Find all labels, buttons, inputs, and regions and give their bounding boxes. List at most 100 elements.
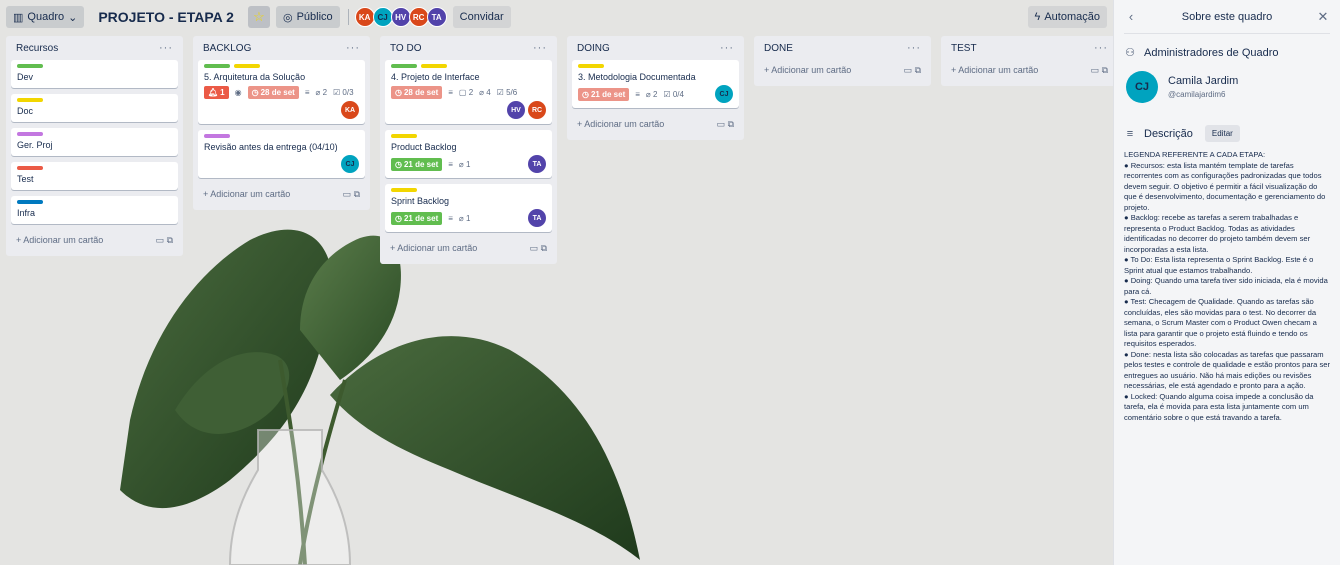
avatar[interactable]: CJ: [715, 85, 733, 103]
list-header[interactable]: DOING ···: [572, 36, 739, 60]
globe-icon: ◎: [282, 11, 293, 24]
list-header[interactable]: Recursos ···: [11, 36, 178, 60]
bell-icon: 🔔︎: [208, 88, 219, 97]
list-title[interactable]: TEST: [951, 43, 977, 54]
avatar[interactable]: RC: [528, 101, 546, 119]
label-yellow: [578, 64, 604, 68]
board-members: KA CJ HV RC TA: [354, 7, 447, 27]
board-title[interactable]: PROJETO - ETAPA 2: [90, 9, 242, 25]
due-date-badge[interactable]: ◷ 28 de set: [247, 86, 299, 99]
list-header[interactable]: BACKLOG ···: [198, 36, 365, 60]
paperclip-icon: ⌀: [458, 214, 464, 223]
card[interactable]: Infra: [11, 196, 178, 224]
list-menu-icon[interactable]: ···: [346, 42, 360, 54]
template-icon[interactable]: ▭ ⧉: [904, 65, 921, 76]
paperclip-icon: ⌀: [479, 88, 484, 97]
template-icon[interactable]: ▭ ⧉: [156, 235, 173, 246]
card[interactable]: Test: [11, 162, 178, 190]
avatar[interactable]: RC: [408, 7, 429, 27]
list-title[interactable]: Recursos: [16, 43, 58, 54]
card[interactable]: 4. Projeto de Interface ◷ 28 de set ≡ ▢ 2…: [385, 60, 552, 124]
add-card-row: + Adicionar um cartão ▭ ⧉: [11, 230, 178, 250]
avatar[interactable]: CJ: [341, 155, 359, 173]
back-icon[interactable]: ‹: [1124, 9, 1138, 24]
avatar[interactable]: TA: [528, 155, 546, 173]
description-icon: ≡: [304, 88, 310, 97]
visibility-button[interactable]: ◎ Público: [275, 6, 340, 28]
due-date: 28 de set: [260, 88, 295, 97]
avatar[interactable]: CJ: [1126, 71, 1158, 103]
add-card-button[interactable]: + Adicionar um cartão: [577, 119, 664, 129]
list-menu-icon[interactable]: ···: [533, 42, 547, 54]
list-title[interactable]: DOING: [577, 43, 610, 54]
add-card-button[interactable]: + Adicionar um cartão: [16, 235, 103, 245]
card[interactable]: Dev: [11, 60, 178, 88]
card-title: Dev: [17, 72, 34, 82]
card[interactable]: Ger. Proj: [11, 128, 178, 156]
list-menu-icon[interactable]: ···: [159, 42, 173, 54]
label-blue: [17, 200, 43, 204]
list-menu-icon[interactable]: ···: [1094, 42, 1108, 54]
card-title: Revisão antes da entrega (04/10): [204, 142, 338, 152]
template-icon[interactable]: ▭ ⧉: [343, 189, 360, 200]
due-date-badge[interactable]: ◷ 21 de set: [391, 158, 443, 171]
admin-name: Camila Jardim: [1168, 75, 1239, 87]
card-title: Infra: [17, 208, 36, 218]
admins-section-title: ⚇ Administradores de Quadro: [1124, 46, 1330, 60]
card-badges: ◷ 21 de set ≡ ⌀ 1: [391, 158, 470, 171]
add-card-label: Adicionar um cartão: [397, 243, 478, 253]
attachment-count: 1: [465, 214, 471, 223]
card[interactable]: 5. Arquitetura da Solução 🔔︎ 1 ◉ ◷ 28 de s…: [198, 60, 365, 124]
description-line: ● Recursos: esta lista mantém template d…: [1124, 160, 1326, 212]
star-icon[interactable]: ☆: [247, 6, 270, 28]
checkbox-icon: ☑: [333, 88, 341, 97]
avatar[interactable]: HV: [507, 101, 525, 119]
avatar[interactable]: KA: [341, 101, 359, 119]
list-menu-icon[interactable]: ···: [907, 42, 921, 54]
due-date-badge[interactable]: ◷ 28 de set: [391, 86, 443, 99]
description-icon: ≡: [635, 90, 640, 99]
add-card-button[interactable]: + Adicionar um cartão: [390, 243, 477, 253]
card[interactable]: Revisão antes da entrega (04/10) CJ: [198, 130, 365, 178]
avatar[interactable]: HV: [390, 7, 411, 27]
card[interactable]: Sprint Backlog ◷ 21 de set ≡ ⌀ 1 TA: [385, 184, 552, 232]
edit-description-button[interactable]: Editar: [1204, 125, 1240, 142]
list-done: DONE ··· + Adicionar um cartão ▭ ⧉: [754, 36, 931, 86]
label-green: [17, 64, 43, 68]
card[interactable]: Product Backlog ◷ 21 de set ≡ ⌀ 1 TA: [385, 130, 552, 178]
automation-button[interactable]: ϟ Automação: [1027, 6, 1107, 28]
card[interactable]: 3. Metodologia Documentada ◷ 21 de set ≡ …: [572, 60, 739, 108]
add-card-row: + Adicionar um cartão ▭ ⧉: [572, 114, 739, 134]
avatar[interactable]: TA: [528, 209, 546, 227]
avatar[interactable]: TA: [426, 7, 447, 27]
close-icon[interactable]: ✕: [1316, 9, 1330, 25]
invite-button[interactable]: Convidar: [452, 6, 511, 28]
checklist-count: 0/4: [672, 90, 684, 99]
template-icon[interactable]: ▭ ⧉: [530, 243, 547, 254]
add-card-button[interactable]: + Adicionar um cartão: [203, 189, 290, 199]
due-date-badge[interactable]: ◷ 21 de set: [578, 88, 630, 101]
due-date-badge[interactable]: ◷ 21 de set: [391, 212, 443, 225]
add-card-row: + Adicionar um cartão ▭ ⧉: [946, 60, 1113, 80]
description-line: LEGENDA REFERENTE A CADA ETAPA:: [1124, 150, 1266, 159]
label-yellow: [391, 134, 417, 138]
avatar[interactable]: KA: [354, 7, 375, 27]
card[interactable]: Doc: [11, 94, 178, 122]
template-icon[interactable]: ▭ ⧉: [1091, 65, 1108, 76]
list-title[interactable]: DONE: [764, 43, 793, 54]
list-header[interactable]: TEST ···: [946, 36, 1113, 60]
avatar[interactable]: CJ: [372, 7, 393, 27]
view-switcher-button[interactable]: ▥ Quadro ⌄: [6, 6, 85, 28]
label-purple: [17, 132, 43, 136]
add-card-button[interactable]: + Adicionar um cartão: [764, 65, 851, 75]
board-menu-title: Sobre este quadro: [1181, 10, 1273, 23]
add-card-button[interactable]: + Adicionar um cartão: [951, 65, 1038, 75]
list-header[interactable]: DONE ···: [759, 36, 926, 60]
template-icon[interactable]: ▭ ⧉: [717, 119, 734, 130]
list-menu-icon[interactable]: ···: [720, 42, 734, 54]
description-icon: ≡: [448, 160, 453, 169]
lightning-icon: ϟ: [1034, 11, 1041, 23]
list-title[interactable]: TO DO: [390, 43, 421, 54]
list-title[interactable]: BACKLOG: [203, 43, 251, 54]
list-header[interactable]: TO DO ···: [385, 36, 552, 60]
